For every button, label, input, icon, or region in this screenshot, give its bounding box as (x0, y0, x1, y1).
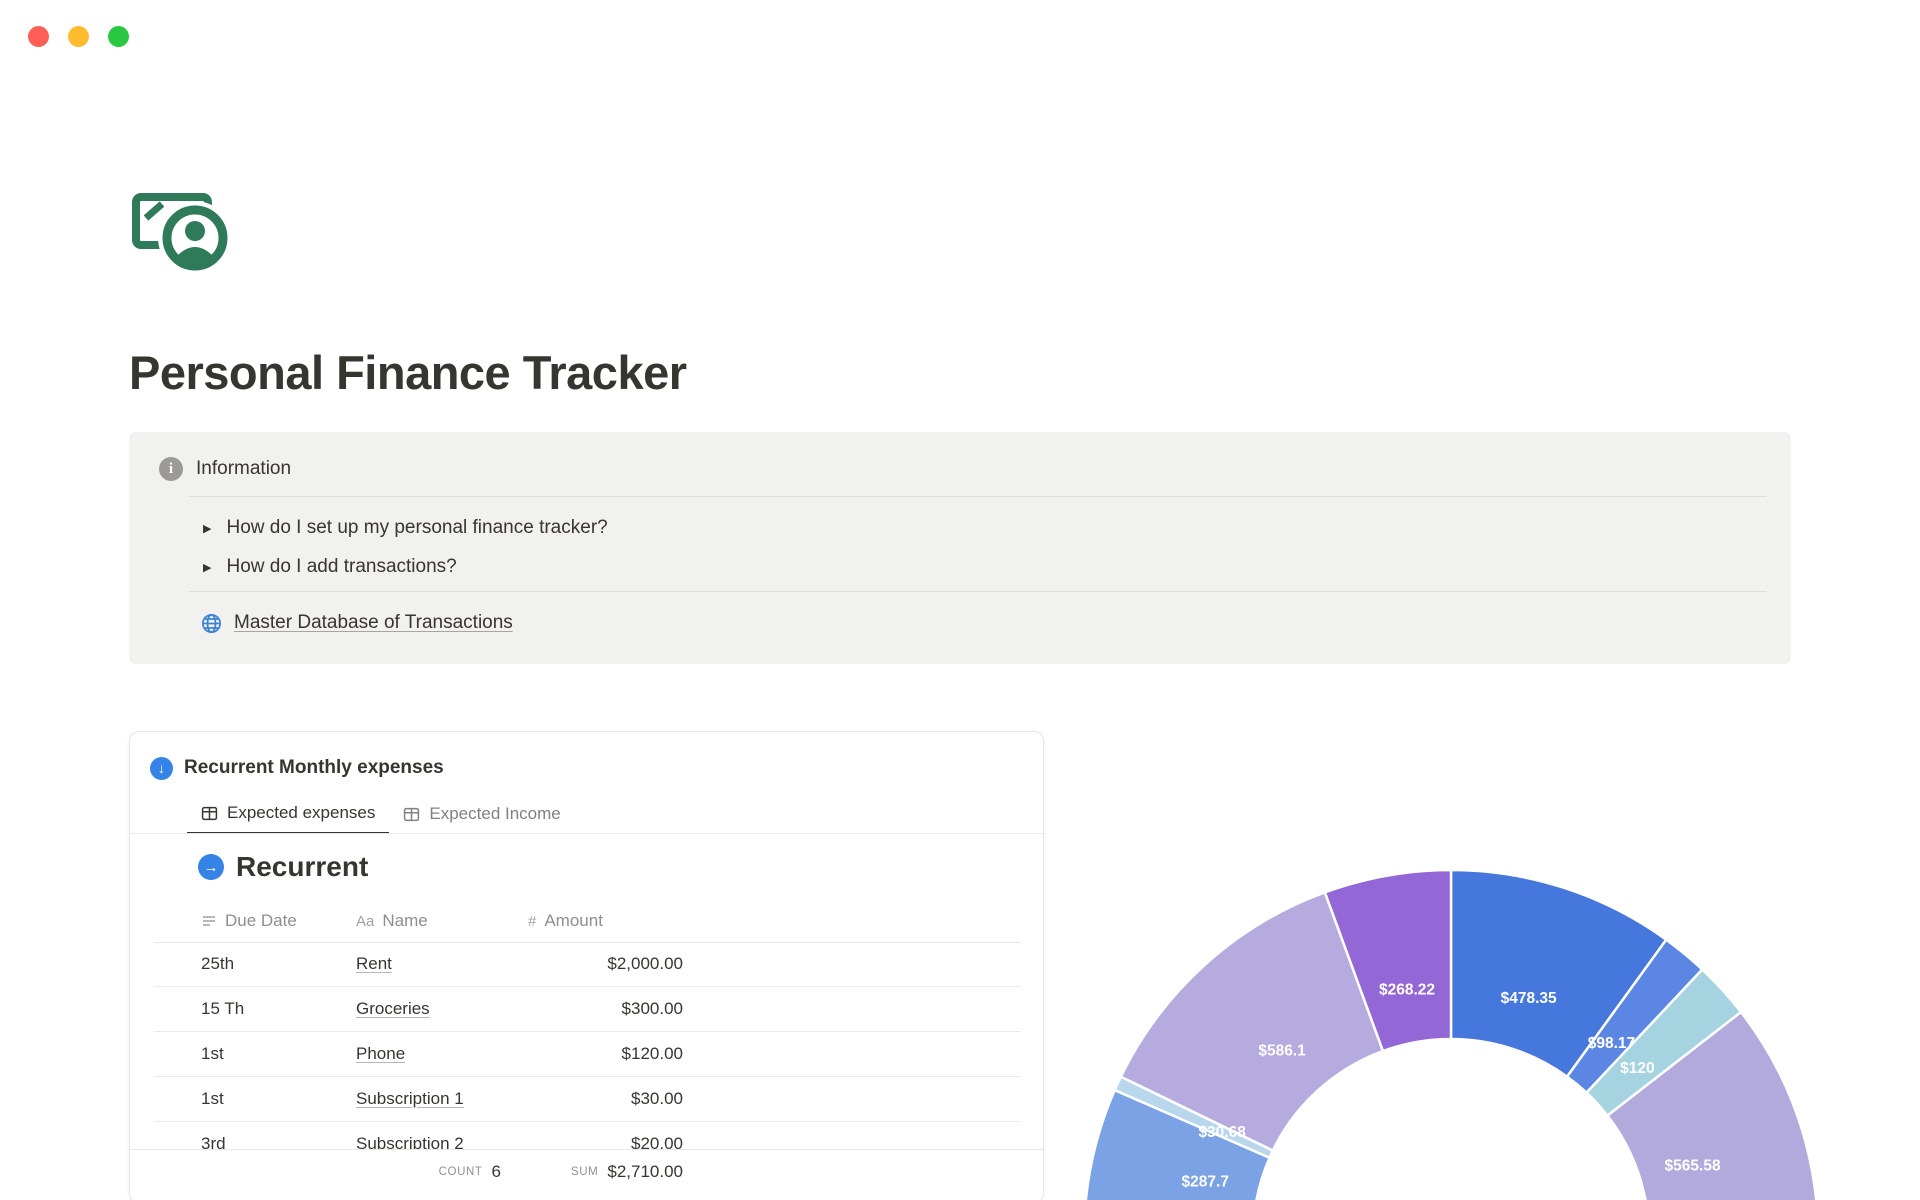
window-controls (28, 26, 129, 47)
dollar-banknote-icon[interactable] (131, 182, 237, 276)
globe-icon (202, 613, 221, 633)
table-body: 25th Rent $2,000.00 15 Th Groceries $300… (154, 942, 1021, 1167)
tabs-divider (130, 833, 1043, 834)
master-database-link[interactable]: Master Database of Transactions (200, 600, 513, 646)
callout-divider (189, 591, 1767, 592)
recurrent-expenses-card: ↓ Recurrent Monthly expenses Expected ex… (129, 731, 1044, 1200)
notion-window: Personal Finance Tracker i Information ▶… (0, 0, 1920, 1200)
amount-cell[interactable]: $30.00 (631, 1077, 683, 1121)
due-date-cell[interactable]: 1st (201, 1032, 224, 1076)
minimize-window-button[interactable] (68, 26, 89, 47)
text-lines-icon (203, 916, 215, 926)
view-tabs: Expected expenses Expected Income (187, 794, 575, 834)
column-header-label[interactable]: Due Date (225, 911, 297, 931)
number-hash-icon: # (528, 912, 537, 930)
name-cell[interactable]: Groceries (356, 987, 430, 1031)
table-row: 25th Rent $2,000.00 (154, 942, 1021, 987)
sum-calculation[interactable]: SUM $2,710.00 (571, 1150, 683, 1194)
sum-label: SUM (571, 1166, 599, 1178)
column-header-label[interactable]: Amount (544, 911, 603, 931)
column-header-name[interactable]: Aa Name (356, 900, 428, 942)
callout-title: Information (196, 458, 292, 479)
recurrent-database-title[interactable]: Recurrent (236, 851, 368, 883)
recurrent-database-heading: → Recurrent (198, 848, 368, 886)
right-arrow-circle-icon: → (198, 854, 224, 880)
toggle-triangle-icon[interactable]: ▶ (203, 561, 211, 574)
card-header: ↓ Recurrent Monthly expenses (150, 754, 444, 782)
callout-divider (189, 496, 1767, 497)
table-view-icon (404, 807, 420, 821)
toggle-add-transactions-question[interactable]: ▶ How do I add transactions? (203, 547, 457, 587)
tab-expected-income[interactable]: Expected Income (389, 794, 574, 834)
table-header-row: Due Date Aa Name # Amount (154, 900, 1021, 943)
due-date-cell[interactable]: 25th (201, 942, 234, 986)
amount-cell[interactable]: $120.00 (622, 1032, 683, 1076)
table-row: 1st Phone $120.00 (154, 1032, 1021, 1077)
down-arrow-circle-icon: ↓ (150, 756, 173, 780)
name-cell[interactable]: Rent (356, 942, 392, 986)
tab-expected-expenses[interactable]: Expected expenses (187, 794, 390, 834)
tab-label[interactable]: Expected Income (429, 804, 560, 824)
page-title: Personal Finance Tracker (129, 346, 687, 400)
due-date-cell[interactable]: 1st (201, 1077, 224, 1121)
column-header-due-date[interactable]: Due Date (201, 900, 297, 942)
toggle-setup-question[interactable]: ▶ How do I set up my personal finance tr… (203, 508, 608, 548)
dollar-banknote-svg (132, 193, 232, 275)
table-row: 1st Subscription 1 $30.00 (154, 1077, 1021, 1122)
name-cell[interactable]: Subscription 1 (356, 1077, 464, 1121)
amount-cell[interactable]: $300.00 (622, 987, 683, 1031)
card-title: Recurrent Monthly expenses (184, 757, 444, 778)
name-cell[interactable]: Phone (356, 1032, 405, 1076)
table-footer: COUNT 6 SUM $2,710.00 (130, 1149, 1043, 1200)
table-view-icon (201, 806, 218, 820)
table-row: 15 Th Groceries $300.00 (154, 987, 1021, 1032)
info-icon: i (159, 457, 183, 481)
close-window-button[interactable] (28, 26, 49, 47)
count-value: 6 (491, 1162, 501, 1181)
toggle-triangle-icon[interactable]: ▶ (203, 522, 211, 535)
count-label: COUNT (438, 1166, 483, 1178)
text-aa-icon: Aa (356, 912, 375, 930)
toggle-label[interactable]: How do I set up my personal finance trac… (226, 517, 607, 539)
information-callout: i Information ▶ How do I set up my perso… (129, 432, 1791, 664)
zoom-window-button[interactable] (108, 26, 129, 47)
toggle-label[interactable]: How do I add transactions? (226, 556, 456, 578)
count-calculation[interactable]: COUNT 6 (439, 1150, 501, 1194)
sum-value: $2,710.00 (607, 1162, 683, 1181)
column-header-label[interactable]: Name (382, 911, 427, 931)
due-date-cell[interactable]: 15 Th (201, 987, 244, 1031)
column-header-amount[interactable]: # Amount (528, 900, 603, 942)
master-database-link-label[interactable]: Master Database of Transactions (234, 612, 513, 634)
tab-label[interactable]: Expected expenses (227, 803, 375, 823)
amount-cell[interactable]: $2,000.00 (607, 942, 683, 986)
callout-header: i Information (159, 454, 291, 484)
